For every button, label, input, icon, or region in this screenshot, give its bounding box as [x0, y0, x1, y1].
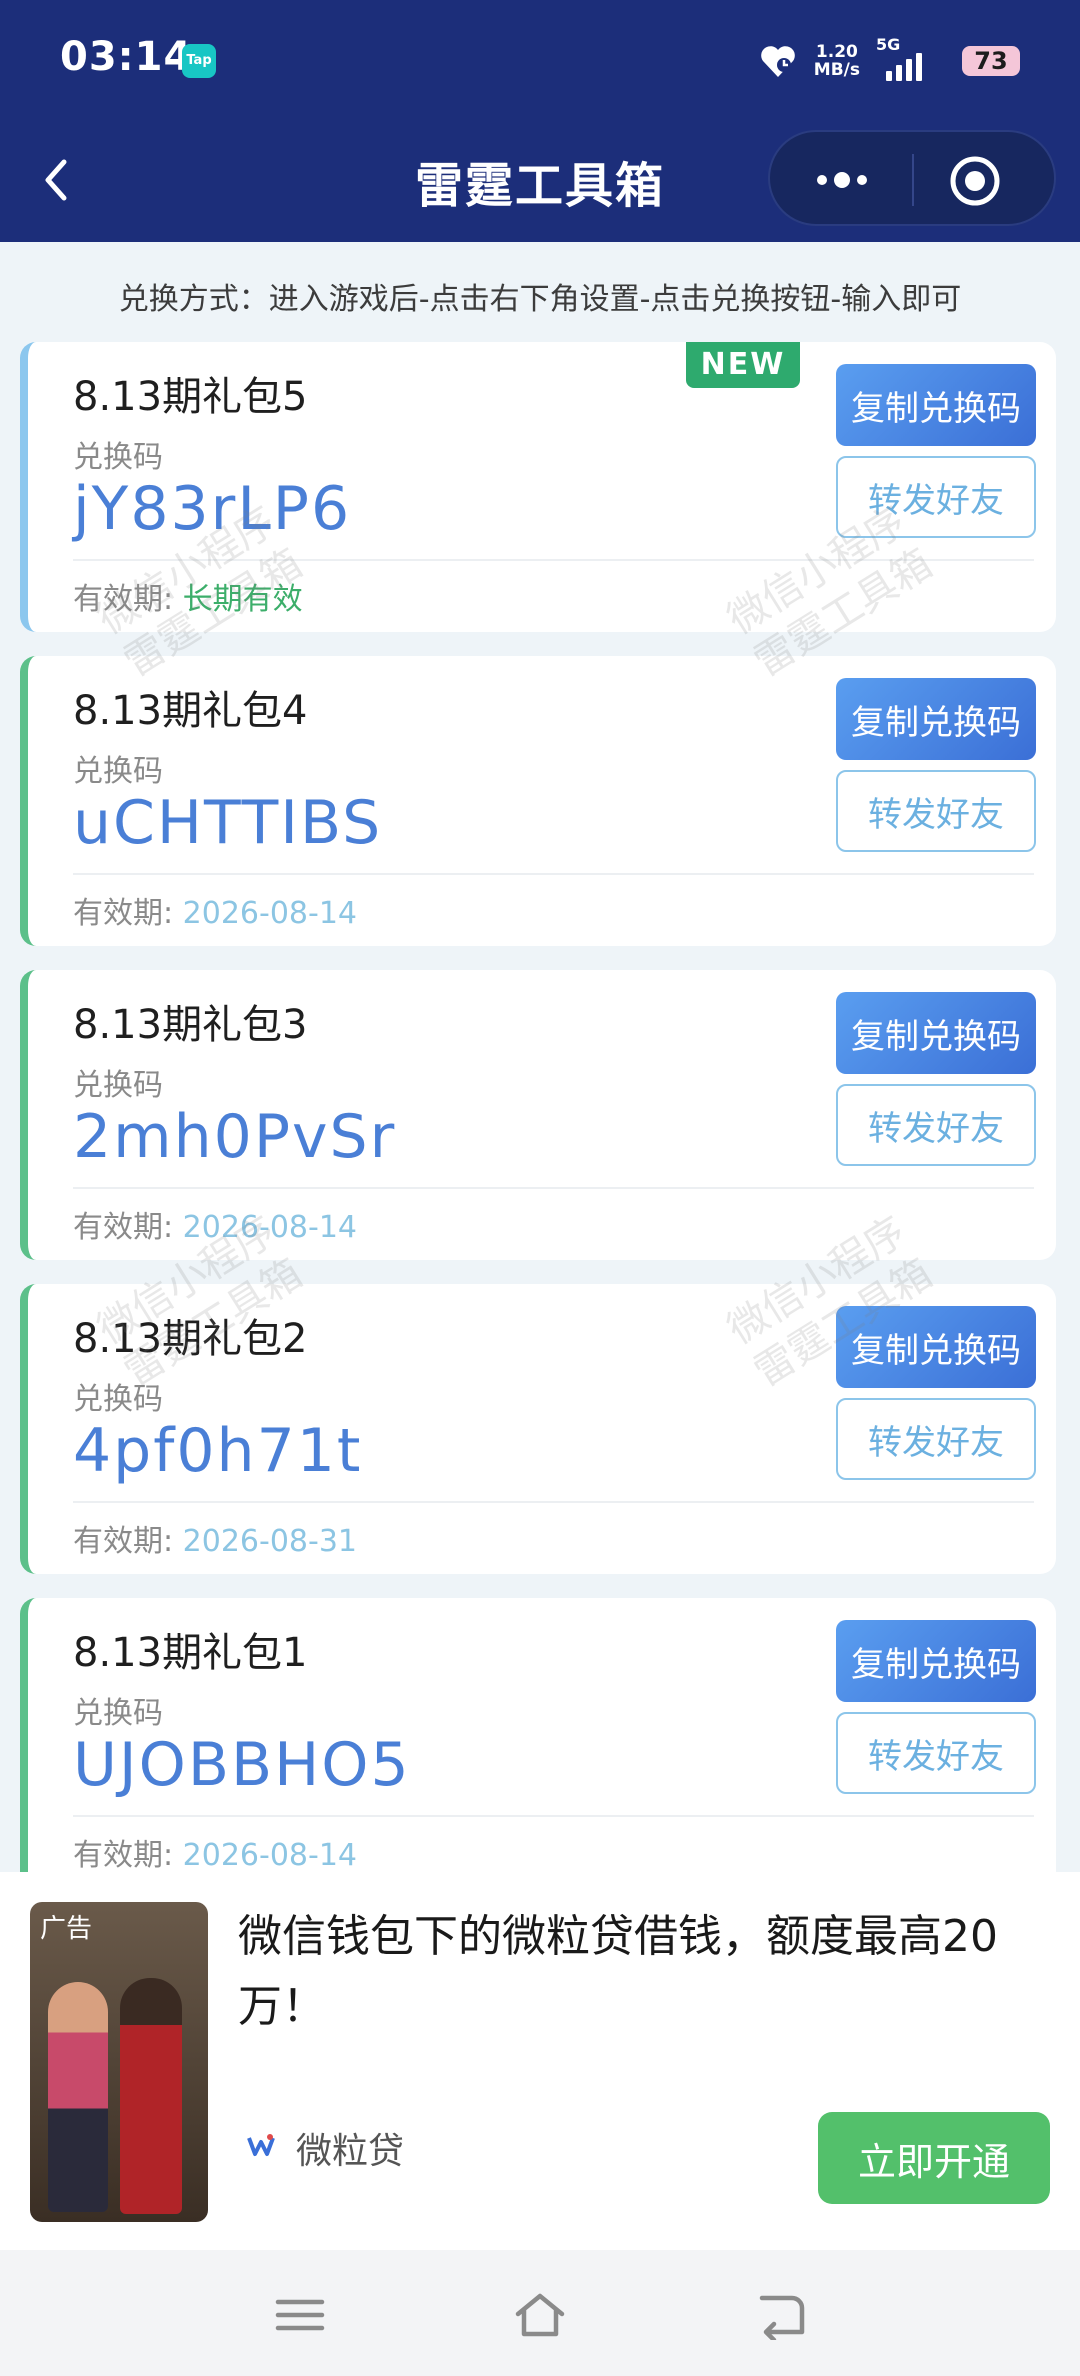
- ad-banner[interactable]: 广告 微信钱包下的微粒贷借钱，额度最高20万！ 微粒贷 立即开通: [0, 1872, 1080, 2250]
- expiry-value: 2026-08-14: [182, 1210, 358, 1245]
- more-icon[interactable]: [804, 160, 880, 200]
- share-friend-button[interactable]: 转发好友: [836, 770, 1036, 852]
- gift-card: 8.13期礼包3 兑换码 2mh0PvSr 有效期: 2026-08-14 复制…: [20, 970, 1056, 1260]
- share-friend-button[interactable]: 转发好友: [836, 1398, 1036, 1480]
- copy-code-button[interactable]: 复制兑换码: [836, 678, 1036, 760]
- share-friend-button[interactable]: 转发好友: [836, 1084, 1036, 1166]
- new-badge: NEW: [686, 342, 800, 388]
- copy-code-button[interactable]: 复制兑换码: [836, 1306, 1036, 1388]
- capsule-divider: [912, 154, 914, 206]
- gift-card: 8.13期礼包4 兑换码 uCHTTIBS 有效期: 2026-08-14 复制…: [20, 656, 1056, 946]
- taptap-icon: Tap: [182, 44, 216, 78]
- ad-image[interactable]: 广告: [30, 1902, 208, 2222]
- menu-icon[interactable]: [272, 2290, 328, 2340]
- divider: [73, 1501, 1034, 1503]
- home-icon[interactable]: [512, 2290, 568, 2340]
- top-bar: 03:14 Tap 1.20 MB/s 5G 73 雷霆工具箱: [0, 0, 1080, 242]
- gift-title: 8.13期礼包3: [73, 1002, 308, 1048]
- code-label: 兑换码: [73, 440, 163, 475]
- expiry-value: 2026-08-14: [182, 896, 358, 931]
- back-nav-icon[interactable]: [752, 2290, 808, 2340]
- copy-code-button[interactable]: 复制兑换码: [836, 1620, 1036, 1702]
- expiry-value: 长期有效: [182, 582, 303, 617]
- activate-button[interactable]: 立即开通: [818, 2112, 1050, 2204]
- network-type: 5G: [876, 35, 901, 54]
- net-speed-value: 1.20: [815, 42, 858, 62]
- battery-icon: 73: [962, 46, 1020, 76]
- divider: [73, 559, 1034, 561]
- expiry: 有效期: 长期有效: [73, 574, 303, 618]
- ad-brand: 微粒贷: [296, 2131, 405, 2172]
- copy-code-button[interactable]: 复制兑换码: [836, 364, 1036, 446]
- close-miniprogram-icon[interactable]: [948, 154, 1002, 208]
- code-label: 兑换码: [73, 1382, 163, 1417]
- expiry: 有效期: 2026-08-14: [73, 888, 357, 932]
- expiry-value: 2026-08-14: [182, 1838, 358, 1872]
- ad-person-man: [48, 1982, 108, 2212]
- divider: [73, 873, 1034, 875]
- expiry-label: 有效期:: [73, 1210, 174, 1245]
- expiry-value: 2026-08-31: [182, 1524, 358, 1559]
- redeem-code: uCHTTIBS: [73, 788, 383, 858]
- redeem-code: jY83rLP6: [73, 474, 352, 544]
- expiry-label: 有效期:: [73, 1838, 174, 1872]
- divider: [73, 1815, 1034, 1817]
- redeem-code: UJOBBHO5: [73, 1730, 411, 1800]
- share-friend-button[interactable]: 转发好友: [836, 456, 1036, 538]
- divider: [73, 1187, 1034, 1189]
- expiry: 有效期: 2026-08-14: [73, 1202, 357, 1246]
- gift-title: 8.13期礼包2: [73, 1316, 308, 1362]
- net-speed-unit: MB/s: [813, 60, 860, 80]
- heart-icon: [760, 46, 795, 77]
- code-label: 兑换码: [73, 1696, 163, 1731]
- ad-person-woman: [120, 1978, 182, 2214]
- code-label: 兑换码: [73, 1068, 163, 1103]
- redeem-code: 4pf0h71t: [73, 1416, 363, 1486]
- content-area[interactable]: 兑换方式：进入游戏后-点击右下角设置-点击兑换按钮-输入即可 8.13期礼包5 …: [0, 242, 1080, 1872]
- weilidai-logo-icon: [247, 2134, 275, 2156]
- signal-icon: 5G: [876, 35, 928, 81]
- gift-title: 8.13期礼包1: [73, 1630, 308, 1676]
- gift-card: 8.13期礼包1 兑换码 UJOBBHO5 有效期: 2026-08-14 复制…: [20, 1598, 1056, 1872]
- gift-card: 8.13期礼包2 兑换码 4pf0h71t 有效期: 2026-08-31 复制…: [20, 1284, 1056, 1574]
- expiry: 有效期: 2026-08-31: [73, 1516, 357, 1560]
- status-time: 03:14: [60, 34, 193, 80]
- share-friend-button[interactable]: 转发好友: [836, 1712, 1036, 1794]
- gift-title: 8.13期礼包5: [73, 374, 308, 420]
- ad-label[interactable]: 广告: [40, 1908, 92, 1945]
- expiry: 有效期: 2026-08-14: [73, 1830, 357, 1872]
- ad-title[interactable]: 微信钱包下的微粒贷借钱，额度最高20万！: [238, 1902, 1058, 2042]
- redeem-code: 2mh0PvSr: [73, 1102, 397, 1172]
- redeem-hint: 兑换方式：进入游戏后-点击右下角设置-点击兑换按钮-输入即可: [118, 282, 962, 317]
- expiry-label: 有效期:: [73, 896, 174, 931]
- code-label: 兑换码: [73, 754, 163, 789]
- expiry-label: 有效期:: [73, 1524, 174, 1559]
- net-speed: 1.20 MB/s: [814, 43, 860, 79]
- copy-code-button[interactable]: 复制兑换码: [836, 992, 1036, 1074]
- gift-title: 8.13期礼包4: [73, 688, 308, 734]
- expiry-label: 有效期:: [73, 582, 174, 617]
- status-icons: 1.20 MB/s 5G 73: [758, 35, 1020, 86]
- gift-card: 8.13期礼包5 兑换码 jY83rLP6 有效期: 长期有效 NEW 复制兑换…: [20, 342, 1056, 632]
- system-nav-bar: [0, 2250, 1080, 2376]
- miniprogram-capsule: [768, 130, 1056, 226]
